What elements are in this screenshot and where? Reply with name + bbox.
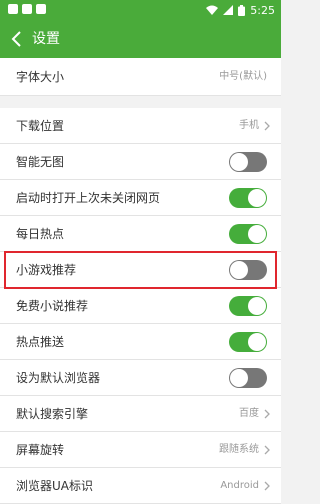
toggle-switch[interactable] <box>229 188 267 208</box>
setting-mini-games: 小游戏推荐 <box>0 252 281 288</box>
title-bar: 设置 <box>0 20 281 58</box>
setting-label: 每日热点 <box>16 227 65 241</box>
app-notification-icon <box>22 4 32 14</box>
toggle-switch[interactable] <box>229 296 267 316</box>
toggle-knob <box>248 333 266 351</box>
setting-label: 小游戏推荐 <box>16 263 77 277</box>
toggle-knob <box>230 369 248 387</box>
toggle-knob <box>230 261 248 279</box>
setting-label: 浏览器UA标识 <box>16 479 93 493</box>
setting-screen-rotation[interactable]: 屏幕旋转 跟随系统 <box>0 432 281 468</box>
setting-download-location[interactable]: 下载位置 手机 <box>0 108 281 144</box>
setting-font-size[interactable]: 字体大小 中号(默认) <box>0 58 281 96</box>
setting-label: 热点推送 <box>16 335 65 349</box>
status-bar: 5:25 <box>0 0 281 20</box>
toggle-knob <box>230 153 248 171</box>
setting-daily-hot: 每日热点 <box>0 216 281 252</box>
setting-label: 下载位置 <box>16 119 65 133</box>
back-arrow-icon[interactable] <box>9 30 27 48</box>
wifi-icon <box>206 5 219 15</box>
setting-value: 跟随系统 <box>219 444 259 455</box>
setting-label: 屏幕旋转 <box>16 443 65 457</box>
toggle-switch[interactable] <box>229 224 267 244</box>
setting-value: 中号(默认) <box>219 71 267 82</box>
battery-icon <box>238 4 246 16</box>
toggle-switch[interactable] <box>229 260 267 280</box>
setting-label: 设为默认浏览器 <box>16 371 101 385</box>
setting-search-engine[interactable]: 默认搜索引擎 百度 <box>0 396 281 432</box>
page-title: 设置 <box>32 31 60 47</box>
setting-value: 手机 <box>239 120 259 131</box>
setting-hot-push: 热点推送 <box>0 324 281 360</box>
setting-label: 启动时打开上次未关闭网页 <box>16 191 161 205</box>
setting-label: 免费小说推荐 <box>16 299 89 313</box>
setting-smart-no-image: 智能无图 <box>0 144 281 180</box>
section-divider <box>0 96 281 108</box>
signal-icon <box>223 5 234 15</box>
chevron-right-icon <box>264 409 270 419</box>
settings-list: 字体大小 中号(默认) 下载位置 手机 智能无图 启动时打开上次未关闭网页 每日… <box>0 58 281 504</box>
toggle-switch[interactable] <box>229 152 267 172</box>
app-notification-icon <box>36 4 46 14</box>
chevron-right-icon <box>264 445 270 455</box>
setting-value: 百度 <box>239 408 259 419</box>
setting-free-novels: 免费小说推荐 <box>0 288 281 324</box>
toggle-knob <box>248 189 266 207</box>
clock: 5:25 <box>250 3 275 17</box>
setting-label: 智能无图 <box>16 155 65 169</box>
chevron-right-icon <box>264 481 270 491</box>
chevron-right-icon <box>264 121 270 131</box>
setting-value: Android <box>220 480 259 491</box>
app-notification-icon <box>8 4 18 14</box>
toggle-switch[interactable] <box>229 368 267 388</box>
setting-browser-ua[interactable]: 浏览器UA标识 Android <box>0 468 281 504</box>
setting-label: 字体大小 <box>16 70 65 84</box>
setting-reopen-pages: 启动时打开上次未关闭网页 <box>0 180 281 216</box>
toggle-knob <box>248 225 266 243</box>
setting-label: 默认搜索引擎 <box>16 407 89 421</box>
setting-default-browser: 设为默认浏览器 <box>0 360 281 396</box>
toggle-switch[interactable] <box>229 332 267 352</box>
toggle-knob <box>248 297 266 315</box>
